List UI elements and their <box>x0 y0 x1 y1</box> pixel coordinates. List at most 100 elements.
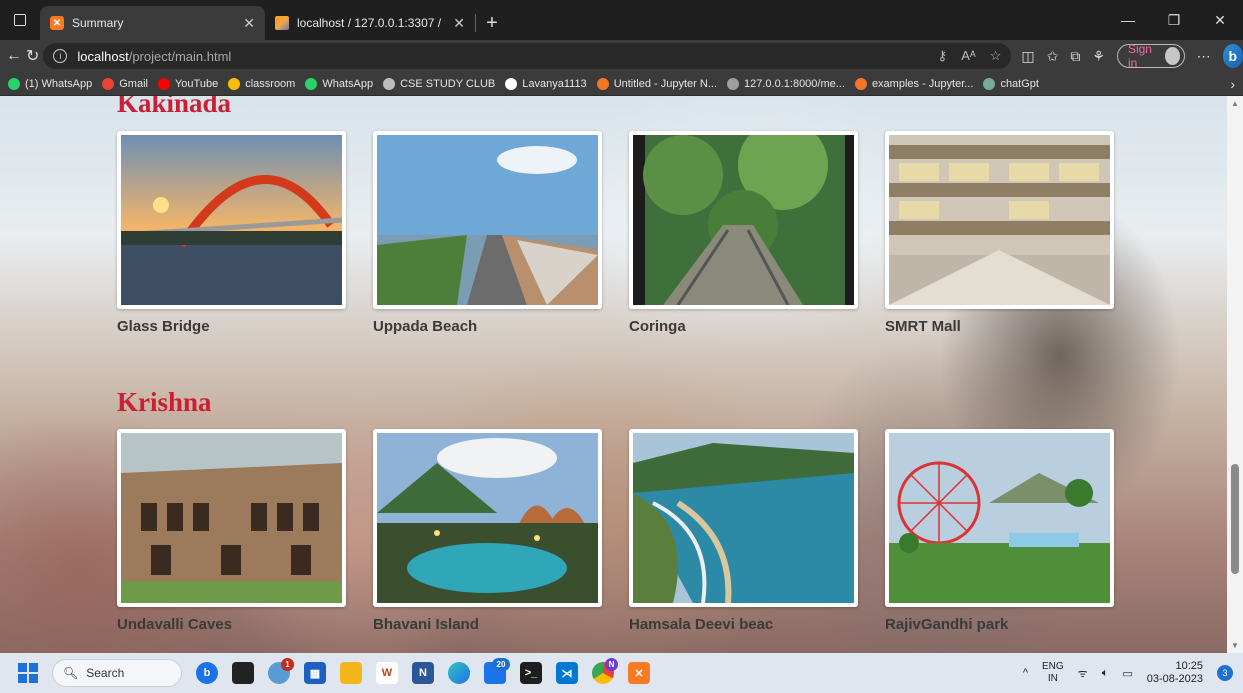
volume-icon[interactable]: 🔈︎ <box>1102 667 1109 680</box>
bookmark-label: Lavanya1113 <box>522 77 587 90</box>
url-host: localhost <box>77 48 129 64</box>
bookmark-item[interactable]: chatGpt <box>983 77 1039 90</box>
bookmark-item[interactable]: YouTube <box>157 77 218 90</box>
wifi-icon[interactable]: ᯤ <box>1078 666 1088 681</box>
place-image[interactable] <box>889 135 1110 305</box>
language-indicator[interactable]: ENG IN <box>1042 661 1064 685</box>
tab-title: localhost / 127.0.0.1:3307 / test / <box>297 16 445 30</box>
place-card[interactable] <box>885 131 1114 309</box>
clock-time: 10:25 <box>1175 660 1203 672</box>
address-bar-icons: ⚷ Aᴬ ☆ <box>938 48 1002 64</box>
more-bookmarks-icon[interactable]: › <box>1230 76 1235 92</box>
more-options-icon[interactable]: ⋯ <box>1197 48 1211 65</box>
avatar-icon <box>1164 47 1180 65</box>
bing-taskbar-icon[interactable]: b <box>196 662 218 684</box>
bookmark-item[interactable]: (1) WhatsApp <box>8 77 92 90</box>
scroll-up-icon[interactable]: ▲ <box>1231 99 1239 108</box>
youtube-icon <box>157 77 170 90</box>
extensions-icon[interactable]: ⚘ <box>1092 48 1105 65</box>
place-image[interactable] <box>377 433 598 603</box>
address-bar[interactable]: i localhost/project/main.html ⚷ Aᴬ ☆ <box>43 43 1012 69</box>
taskbar-search[interactable]: 🔍︎ Search <box>52 659 182 687</box>
mail-badge: 20 <box>492 658 510 671</box>
close-tab-icon[interactable]: ✕ <box>243 15 255 32</box>
back-button[interactable]: ← <box>6 42 22 70</box>
tab-summary[interactable]: ✕ Summary ✕ <box>40 6 265 40</box>
bookmark-item[interactable]: Lavanya1113 <box>505 77 587 90</box>
file-explorer-icon[interactable] <box>340 662 362 684</box>
new-tab-button[interactable]: + <box>476 6 508 40</box>
show-hidden-icons[interactable]: ^ <box>1023 667 1028 679</box>
weather-icon[interactable]: 1 <box>268 658 294 684</box>
place-card[interactable] <box>373 429 602 607</box>
minimize-icon[interactable]: — <box>1105 0 1151 40</box>
browser-toolbar: ← ↻ i localhost/project/main.html ⚷ Aᴬ ☆… <box>0 40 1243 72</box>
vscode-icon[interactable]: ⋊ <box>556 662 578 684</box>
place-image[interactable] <box>377 135 598 305</box>
clock-date: 03-08-2023 <box>1146 673 1203 685</box>
bookmark-label: CSE STUDY CLUB <box>400 77 496 90</box>
refresh-button[interactable]: ↻ <box>26 42 39 70</box>
bookmark-label: WhatsApp <box>322 77 374 90</box>
store-icon[interactable]: ▦ <box>304 662 326 684</box>
bing-copilot-icon[interactable]: b <box>1222 44 1243 68</box>
terminal-icon[interactable]: >_ <box>520 662 542 684</box>
favorite-star-icon[interactable]: ☆ <box>990 48 1002 64</box>
mail-icon[interactable]: 20 <box>484 658 510 684</box>
split-screen-icon[interactable]: ◫ <box>1021 48 1034 65</box>
collections-icon[interactable]: ⧉ <box>1070 48 1080 65</box>
browser-tab-strip: ✕ Summary ✕ localhost / 127.0.0.1:3307 /… <box>0 0 1243 40</box>
place-card[interactable] <box>885 429 1114 607</box>
site-info-icon[interactable]: i <box>53 49 68 63</box>
classroom-icon <box>228 77 241 90</box>
place-card[interactable] <box>117 429 346 607</box>
bookmark-item[interactable]: classroom <box>228 77 295 90</box>
place-image[interactable] <box>889 433 1110 603</box>
scrollbar-thumb[interactable] <box>1231 464 1239 574</box>
github-icon <box>505 77 518 90</box>
sign-in-button[interactable]: Sign in <box>1116 42 1185 70</box>
gmail-icon <box>102 77 115 90</box>
place-card[interactable] <box>373 131 602 309</box>
bookmark-item[interactable]: examples - Jupyter... <box>854 77 973 90</box>
place-card[interactable] <box>629 429 858 607</box>
refresh-icon: ↻ <box>26 48 40 65</box>
page-scrollbar[interactable]: ▲ ▼ <box>1227 96 1243 653</box>
place-image[interactable] <box>633 433 854 603</box>
notes-app-icon[interactable]: N <box>412 662 434 684</box>
key-icon[interactable]: ⚷ <box>938 48 948 64</box>
place-image[interactable] <box>121 135 342 305</box>
bookmark-item[interactable]: CSE STUDY CLUB <box>383 77 496 90</box>
read-aloud-icon[interactable]: Aᴬ <box>961 48 976 64</box>
favorites-icon[interactable]: ✩ <box>1047 48 1059 65</box>
url-text[interactable]: localhost/project/main.html <box>77 49 927 64</box>
bookmark-label: 127.0.0.1:8000/me... <box>744 77 845 90</box>
tab-title: Summary <box>72 16 124 30</box>
xampp-taskbar-icon[interactable]: ✕ <box>628 662 650 684</box>
restore-icon[interactable]: ❐ <box>1151 0 1197 40</box>
chrome-icon[interactable]: N <box>592 658 618 684</box>
wps-office-icon[interactable]: W <box>376 662 398 684</box>
place-caption: RajivGandhi park <box>885 616 1009 633</box>
notification-badge[interactable]: 3 <box>1217 665 1233 681</box>
weather-badge: 1 <box>281 658 294 671</box>
close-tab-icon[interactable]: ✕ <box>453 15 465 32</box>
place-image[interactable] <box>121 433 342 603</box>
windows-start-icon[interactable] <box>18 663 38 683</box>
place-image[interactable] <box>633 135 854 305</box>
task-view-icon[interactable] <box>232 662 254 684</box>
clock[interactable]: 10:25 03-08-2023 <box>1147 660 1203 686</box>
close-window-icon[interactable]: ✕ <box>1197 0 1243 40</box>
tab-actions-button[interactable] <box>0 0 40 40</box>
jupyter-icon <box>596 77 609 90</box>
bookmark-item[interactable]: Untitled - Jupyter N... <box>596 77 717 90</box>
edge-icon[interactable] <box>448 662 470 684</box>
battery-icon[interactable]: ▭ <box>1122 667 1132 680</box>
scroll-down-icon[interactable]: ▼ <box>1231 641 1239 650</box>
place-card[interactable] <box>629 131 858 309</box>
tab-phpmyadmin[interactable]: localhost / 127.0.0.1:3307 / test / ✕ <box>265 6 475 40</box>
bookmark-item[interactable]: Gmail <box>102 77 148 90</box>
bookmark-item[interactable]: WhatsApp <box>305 77 374 90</box>
bookmark-item[interactable]: 127.0.0.1:8000/me... <box>727 77 845 90</box>
place-card[interactable] <box>117 131 346 309</box>
